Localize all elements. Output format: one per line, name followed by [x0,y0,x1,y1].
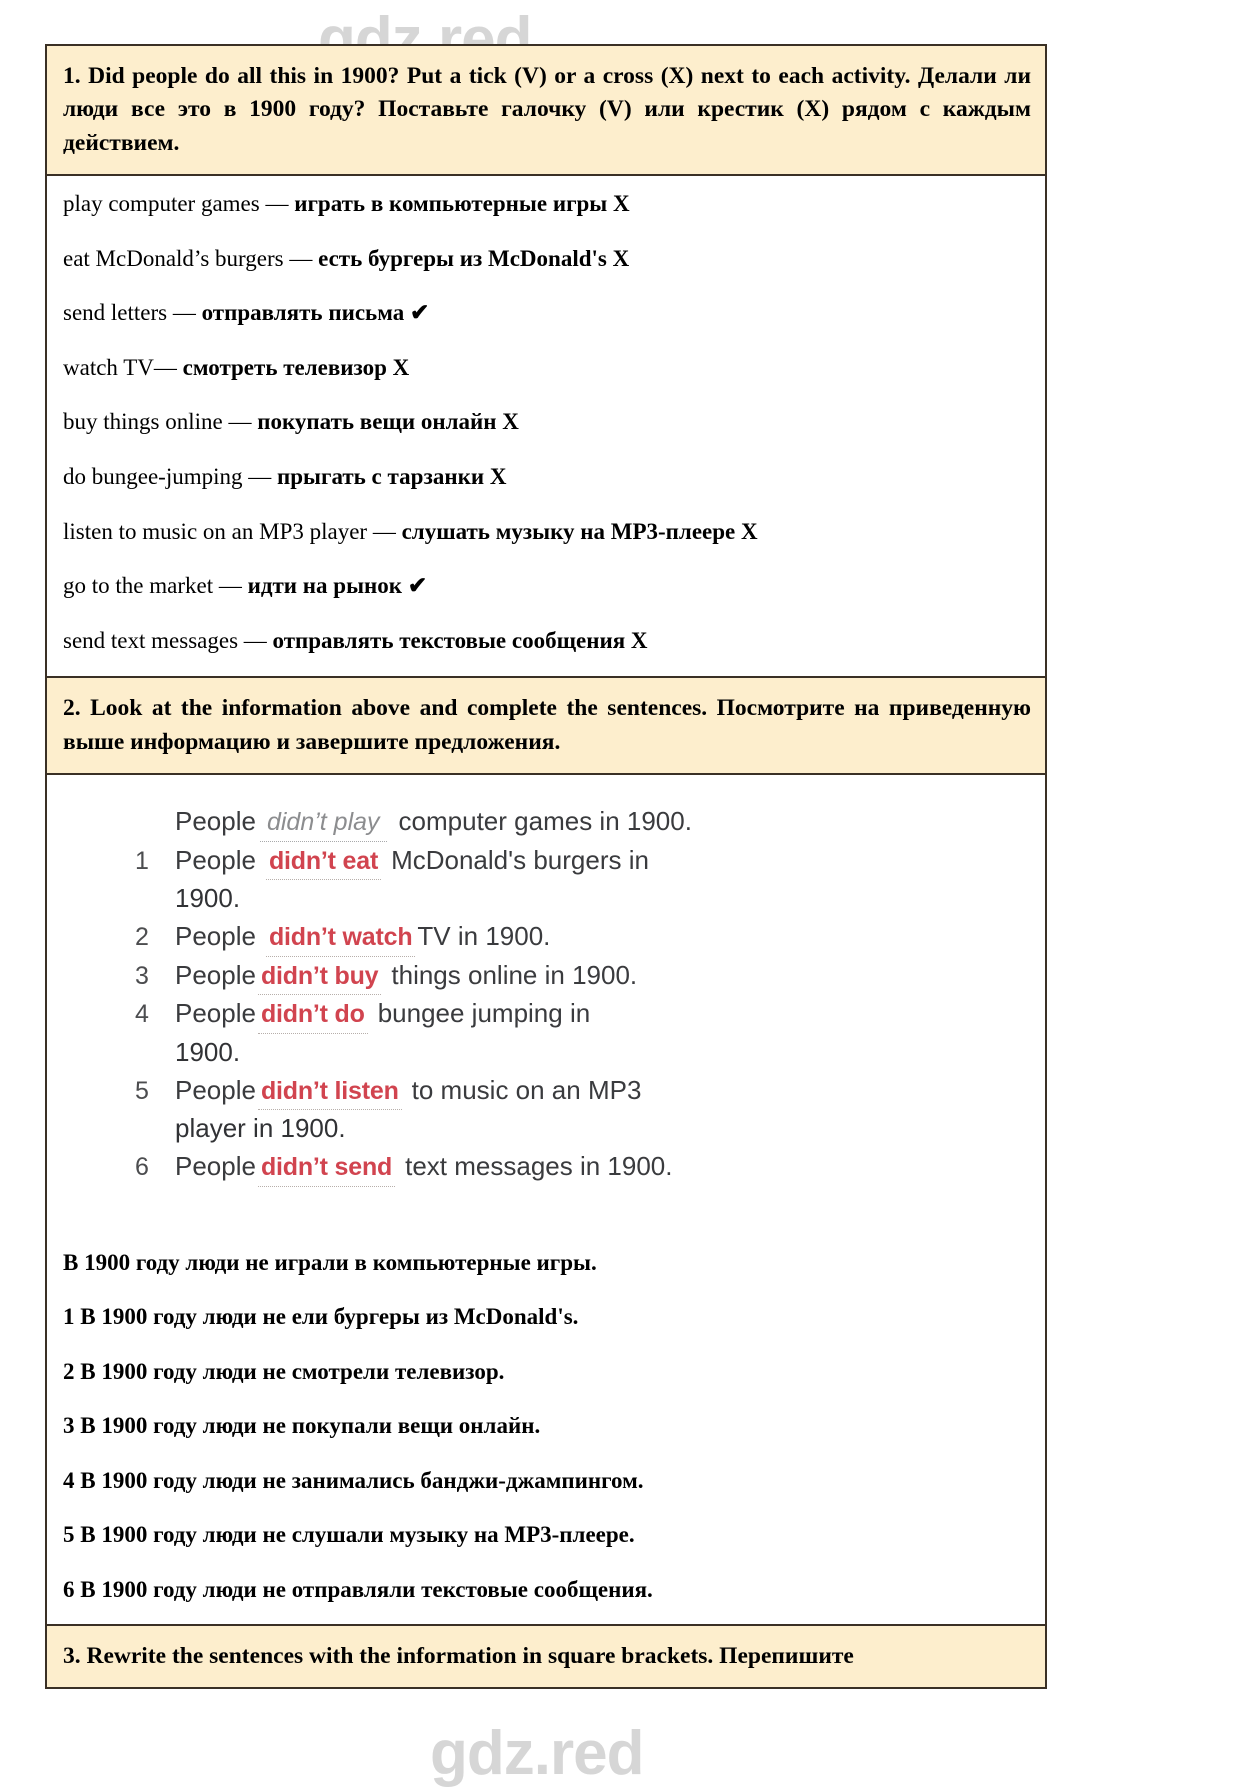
scan-prefix: People [175,921,256,952]
task-1-header-block: 1. Did people do all this in 1900? Put a… [47,46,1045,177]
scan-prefix: People [175,959,256,990]
scan-suffix: McDonald's burgers in [391,844,649,875]
scan-prefix: People [175,1074,256,1105]
activity-russian: слушать музыку на MP3-плеере [401,518,736,544]
activity-english: eat McDonald’s burgers — [63,245,319,271]
activity-mark-glyph: X [613,191,630,217]
activity-english: watch TV— [63,354,183,380]
scan-answer-blank: didn’t eat [265,843,382,881]
task-2-instruction: 2. Look at the information above and com… [47,678,1045,774]
activity-mark-glyph: ✔ [407,573,428,599]
scan-item-number: 5 [135,1076,149,1105]
activity-item: play computer games — играть в компьютер… [63,190,1029,218]
scan-prefix: People [175,1151,256,1181]
activity-item: send text messages — отправлять текстовы… [63,627,1029,655]
scan-item-line: 1 People didn’t eat McDonald's burgers i… [135,842,825,881]
scan-answer-blank: didn’t watch [265,919,416,957]
scan-item-line: 2 People didn’t watch TV in 1900. [135,918,825,957]
task-3-instruction: 3. Rewrite the sentences with the inform… [47,1625,1045,1688]
activity-russian: идти на рынок [247,573,403,599]
translation-answer: 1 В 1900 году люди не ели бургеры из McD… [63,1304,579,1330]
activity-item: send letters — отправлять письма ✔ [63,299,1029,327]
translation-answer: В 1900 году люди не играли в компьютерны… [63,1249,597,1275]
activity-english: go to the market — [63,573,248,599]
activity-russian: отправлять текстовые сообщения [272,627,626,653]
task-2-header-block: 2. Look at the information above and com… [47,678,1045,776]
worksheet-page: 1. Did people do all this in 1900? Put a… [45,44,1047,1690]
scan-prefix: People [175,998,256,1029]
activity-mark-glyph: X [502,409,519,435]
translation-answer: 2 В 1900 году люди не смотрели телевизор… [63,1358,505,1384]
scan-answer-blank: didn’t listen [257,1073,402,1111]
activity-english: buy things online — [63,409,258,435]
scan-answer-blank: didn’t send [257,1149,396,1187]
activity-english: play computer games — [63,191,295,217]
activity-english: send text messages — [63,627,273,653]
scan-example-blank: didn’t play [259,804,387,842]
activity-russian: прыгать с тарзанки [277,464,485,490]
scan-suffix: bungee jumping in [377,998,591,1029]
scan-suffix: TV in 1900. [417,921,551,952]
scan-item-continuation: 1900. [175,1036,241,1067]
activity-russian: смотреть телевизор [182,354,387,380]
scan-example-line: People didn’t play computer games in 190… [135,803,825,842]
scan-suffix: text messages in 1900. [405,1151,673,1181]
activity-russian: играть в компьютерные игры [294,191,608,217]
scan-item-continuation: 1900. [175,883,241,914]
activity-russian: отправлять письма [201,300,405,326]
activity-item: watch TV— смотреть телевизор X [63,354,1029,382]
scan-item-line: 4 People didn’t do bungee jumping in [135,995,825,1034]
scan-item-number: 2 [135,923,149,952]
activity-item: do bungee-jumping — прыгать с тарзанки X [63,463,1029,491]
translation-answer: 4 В 1900 году люди не занимались банджи-… [63,1467,644,1493]
activity-english: listen to music on an MP3 player — [63,518,402,544]
activity-mark-glyph: X [630,627,648,653]
task-1-instruction: 1. Did people do all this in 1900? Put a… [47,46,1045,175]
scan-prefix: People [175,844,256,875]
activity-item: eat McDonald’s burgers — есть бургеры из… [63,245,1029,273]
activity-mark-glyph: X [489,464,507,490]
task-1-activity-list: play computer games — играть в компьютер… [47,176,1045,679]
translation-answer: 6 В 1900 году люди не отправляли текстов… [63,1577,653,1603]
scan-item-line: 5 People didn’t listen to music on an MP… [135,1072,825,1111]
activity-mark-glyph: X [392,354,410,380]
activity-mark-glyph: X [741,518,758,544]
activity-russian: покупать вещи онлайн [257,409,497,435]
scan-item-line: 6 People didn’t send text messages in 19… [135,1148,825,1187]
scan-prefix: People [175,806,256,837]
activity-english: send letters — [63,300,202,326]
activity-russian: есть бургеры из McDonald's [318,245,607,271]
scan-suffix: computer games in 1900. [398,806,692,837]
activity-item: go to the market — идти на рынок ✔ [63,572,1029,600]
activity-english: do bungee-jumping — [63,464,277,490]
translation-answer: 3 В 1900 году люди не покупали вещи онла… [63,1413,541,1439]
activity-item: buy things online — покупать вещи онлайн… [63,408,1029,436]
activity-mark-glyph: ✔ [409,300,430,326]
translation-answer: 5 В 1900 году люди не слушали музыку на … [63,1522,635,1548]
scanned-exercise-image: People didn’t play computer games in 190… [135,803,825,1187]
scan-answer-blank: didn’t do [257,996,368,1034]
scan-item-number: 3 [135,961,149,990]
scan-item-number: 4 [135,1000,149,1029]
scan-item-number: 6 [135,1153,149,1181]
scan-item-continuation: player in 1900. [175,1113,346,1144]
task-3-header-block: 3. Rewrite the sentences with the inform… [47,1625,1045,1688]
activity-mark-glyph: X [612,245,630,271]
scan-answer-blank: didn’t buy [257,958,382,996]
task-2-body: People didn’t play computer games in 190… [47,775,1045,1626]
scan-suffix: to music on an MP3 [411,1074,642,1105]
scan-item-number: 1 [135,846,149,875]
activity-item: listen to music on an MP3 player — слуша… [63,518,1029,546]
scan-item-line: 3 People didn’t buy things online in 190… [135,957,825,996]
scan-suffix: things online in 1900. [391,959,638,990]
watermark: gdz.red [430,1719,644,1788]
